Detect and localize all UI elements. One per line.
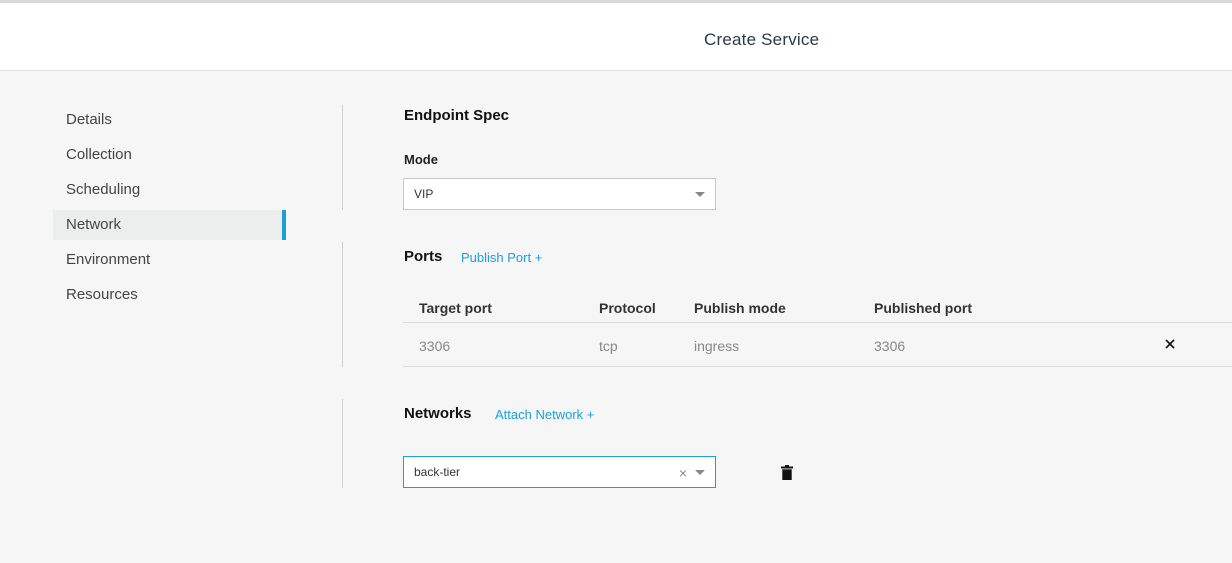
table-row: 3306 tcp ingress 3306: [403, 323, 1232, 367]
endpoint-spec-title: Endpoint Spec: [404, 107, 509, 124]
remove-port-close-icon[interactable]: [1163, 337, 1177, 351]
column-header-protocol: Protocol: [599, 300, 656, 316]
nav-item-scheduling[interactable]: Scheduling: [53, 175, 286, 205]
column-header-published-port: Published port: [874, 300, 972, 316]
nav-item-network[interactable]: Network: [53, 210, 286, 240]
networks-title: Networks: [404, 405, 472, 422]
attach-network-link[interactable]: Attach Network +: [495, 407, 594, 422]
nav-item-details[interactable]: Details: [53, 105, 286, 135]
chevron-down-icon[interactable]: [695, 470, 705, 475]
mode-select[interactable]: VIP: [403, 178, 716, 210]
cell-publish-mode: ingress: [694, 338, 740, 354]
ports-table-header: Target port Protocol Publish mode Publis…: [403, 292, 1232, 323]
section-divider: [342, 242, 343, 367]
mode-label: Mode: [404, 152, 438, 167]
nav-item-environment[interactable]: Environment: [53, 245, 286, 275]
trash-icon[interactable]: [781, 465, 793, 480]
cell-protocol: tcp: [599, 338, 618, 354]
mode-select-value: VIP: [414, 187, 434, 201]
page-header: Create Service: [0, 3, 1232, 71]
page-title: Create Service: [704, 30, 820, 49]
column-header-publish-mode: Publish mode: [694, 300, 786, 316]
network-select-value: back-tier: [414, 465, 461, 479]
section-divider: [342, 399, 343, 488]
chevron-down-icon: [695, 192, 705, 197]
publish-port-link[interactable]: Publish Port +: [461, 250, 542, 265]
nav-item-collection[interactable]: Collection: [53, 140, 286, 170]
section-divider: [342, 105, 343, 210]
ports-title: Ports: [404, 248, 443, 265]
column-header-target-port: Target port: [419, 300, 492, 316]
ports-table: Target port Protocol Publish mode Publis…: [403, 292, 1232, 367]
cell-published-port: 3306: [874, 338, 906, 354]
clear-icon[interactable]: ×: [679, 465, 687, 481]
cell-target-port: 3306: [419, 338, 451, 354]
nav-item-resources[interactable]: Resources: [53, 280, 286, 310]
network-select[interactable]: back-tier ×: [403, 456, 716, 488]
sidebar-nav: Details Collection Scheduling Network En…: [53, 105, 286, 315]
